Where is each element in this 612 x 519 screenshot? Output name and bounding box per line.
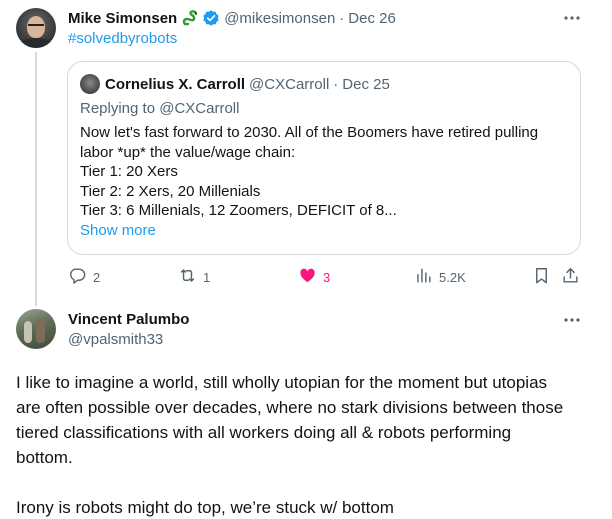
like-action[interactable]: 3 [298, 264, 330, 290]
tweet-header: Mike Simonsen @mikesimonsen · Dec 26 [68, 8, 396, 28]
reply-body-line: I like to imagine a world, still wholly … [16, 373, 548, 392]
retweet-icon [178, 266, 197, 288]
reply-author-handle[interactable]: @vpalsmith33 [68, 331, 163, 348]
share-action[interactable] [561, 264, 580, 290]
quoted-tweet-header: Cornelius X. Carroll @CXCarroll · Dec 25 [80, 74, 390, 94]
quoted-tweet-line: Tier 2: 2 Xers, 20 Millenials [80, 182, 261, 200]
show-more-link[interactable]: Show more [80, 222, 156, 239]
views-icon [414, 266, 433, 288]
view-count: 5.2K [439, 269, 466, 285]
avatar-figure [24, 321, 32, 343]
reply-body: I like to imagine a world, still wholly … [16, 370, 596, 519]
tweet-date[interactable]: Dec 26 [348, 10, 396, 27]
quoted-tweet-date: Dec 25 [342, 75, 390, 93]
separator-dot: · [339, 9, 345, 27]
quoted-tweet-line: Tier 1: 20 Xers [80, 163, 178, 180]
snake-emoji-icon [181, 9, 199, 27]
separator-dot: · [333, 75, 339, 93]
like-icon [298, 266, 317, 288]
quoted-tweet-line: labor *up* the value/wage chain: [80, 143, 296, 161]
quoted-tweet-line: Tier 3: 6 Millenials, 12 Zoomers, DEFICI… [80, 202, 397, 219]
quoted-author-handle: @CXCarroll [249, 75, 330, 93]
reply-body-line: are often possible over decades, where n… [16, 398, 564, 417]
reply-body-line: bottom. [16, 448, 73, 467]
reply-body-line: Irony is robots might do top, we’re stuc… [16, 498, 394, 517]
author-avatar[interactable] [16, 8, 56, 48]
verified-badge-icon[interactable] [202, 9, 220, 27]
reply-body-line: tiered classifications with all workers … [16, 423, 512, 442]
avatar-shirt [20, 38, 52, 48]
share-icon [561, 266, 580, 288]
more-icon[interactable] [562, 310, 582, 330]
author-handle[interactable]: @mikesimonsen [224, 10, 335, 27]
more-icon[interactable] [562, 8, 582, 28]
bookmark-icon [532, 266, 551, 288]
hashtag-link[interactable]: #solvedbyrobots [68, 30, 177, 47]
like-count: 3 [323, 269, 331, 285]
replying-to-label: Replying to @CXCarroll [80, 100, 240, 117]
quoted-tweet-line: Now let's fast forward to 2030. All of t… [80, 124, 539, 141]
avatar-figure [36, 319, 45, 343]
views-action[interactable]: 5.2K [414, 264, 466, 290]
retweet-action[interactable]: 1 [178, 264, 210, 290]
bookmark-action[interactable] [532, 264, 551, 290]
quoted-tweet-card[interactable]: Cornelius X. Carroll @CXCarroll · Dec 25… [67, 61, 581, 255]
reply-author-name[interactable]: Vincent Palumbo [68, 311, 189, 328]
author-name[interactable]: Mike Simonsen [68, 10, 177, 27]
reply-count: 2 [93, 269, 101, 285]
quoted-author-avatar [80, 74, 100, 94]
retweet-count: 1 [203, 269, 211, 285]
reply-author-avatar[interactable] [16, 309, 56, 349]
thread-connector-line [35, 52, 37, 306]
quoted-tweet-body: Now let's fast forward to 2030. All of t… [80, 123, 570, 221]
reply-action[interactable]: 2 [68, 264, 100, 290]
quoted-author-name: Cornelius X. Carroll [105, 75, 246, 93]
reply-icon [68, 266, 87, 288]
avatar-glasses [28, 24, 44, 28]
